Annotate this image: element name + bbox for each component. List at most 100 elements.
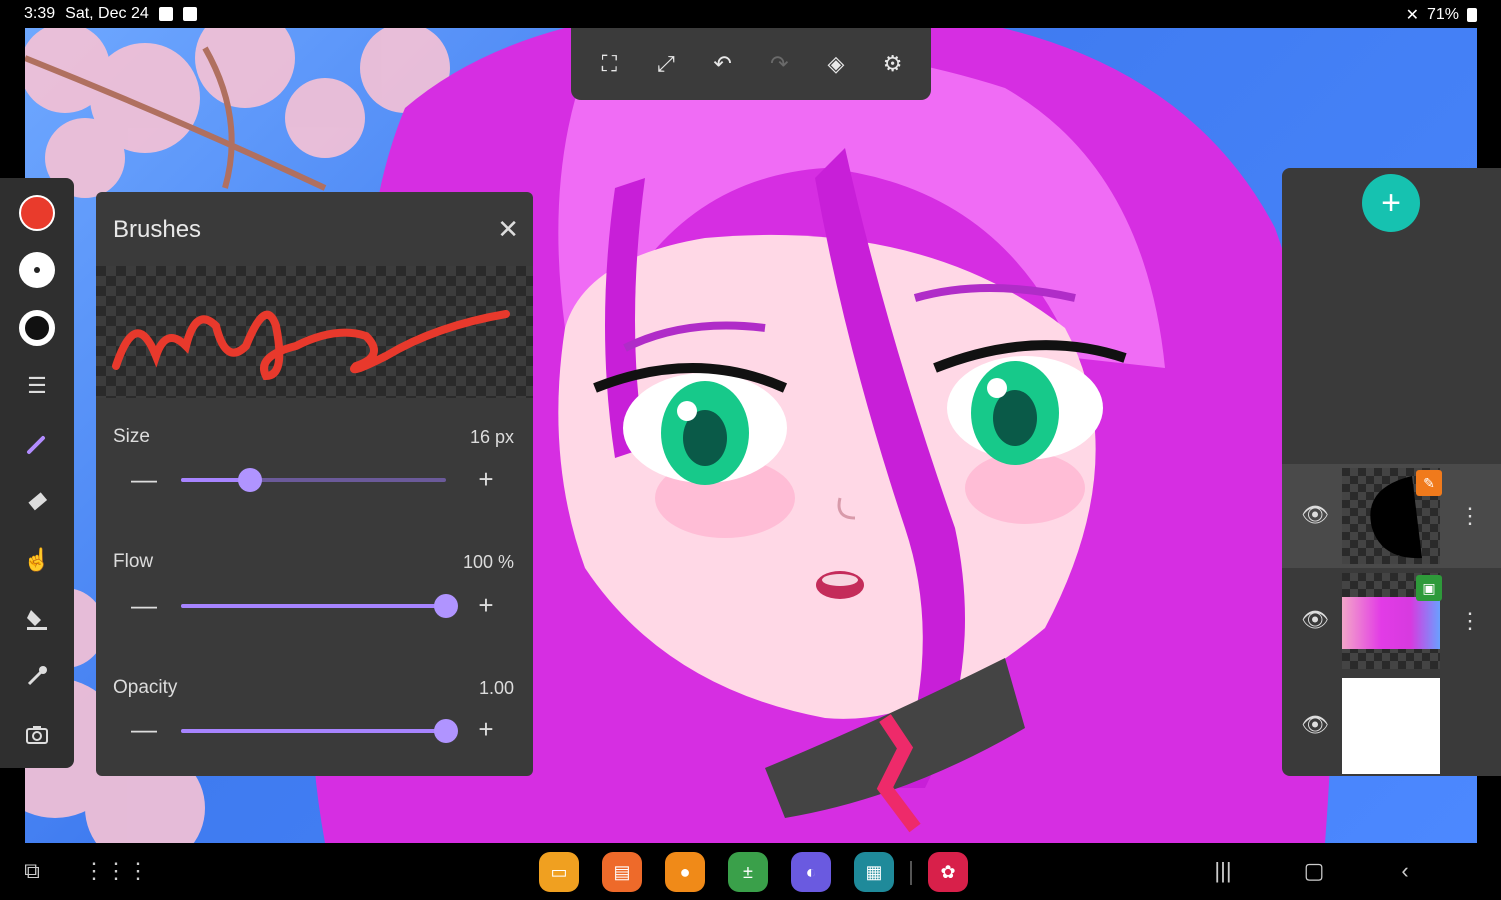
dock-app-contacts[interactable]: ● bbox=[665, 852, 705, 892]
fullscreen-button[interactable]: ⤢ bbox=[646, 44, 686, 84]
layers-icon: ◈ bbox=[827, 51, 845, 76]
flow-slider-thumb[interactable] bbox=[434, 594, 458, 618]
layer-thumbnail: ▣ bbox=[1342, 573, 1442, 669]
battery-icon bbox=[1467, 8, 1477, 22]
dock-app-calendar[interactable]: ▦ bbox=[854, 852, 894, 892]
opacity-slider-fill bbox=[181, 729, 446, 733]
screen-capture-icon: ⧉ bbox=[24, 858, 40, 883]
fit-screen-button[interactable]: ⛶ bbox=[589, 44, 629, 84]
recents-button[interactable]: ||| bbox=[1205, 853, 1241, 889]
layer-menu-button[interactable]: ⋮ bbox=[1459, 603, 1481, 639]
status-date: Sat, Dec 24 bbox=[65, 5, 149, 22]
layer-item-image[interactable]: 👁 ▣ ⋮ bbox=[1282, 569, 1501, 673]
status-bar: 3:39 Sat, Dec 24 ✕ 71% bbox=[0, 0, 1501, 28]
adjustments-button[interactable]: ☰ bbox=[17, 366, 57, 406]
minus-icon: — bbox=[131, 464, 157, 494]
undo-button[interactable]: ↶ bbox=[703, 44, 743, 84]
layers-panel: + 👁 ✎ ⋮ 👁 ▣ ⋮ 👁 bbox=[1282, 168, 1501, 776]
camera-button[interactable] bbox=[17, 714, 57, 754]
fit-screen-icon: ⛶ bbox=[601, 51, 618, 76]
opacity-increase-button[interactable]: + bbox=[471, 714, 501, 745]
eyedropper-icon bbox=[27, 666, 47, 686]
opacity-label: Opacity bbox=[113, 677, 178, 698]
brushes-panel: Brushes ✕ Size 16 px — + Flow 100 % — + … bbox=[96, 192, 533, 776]
layers-button[interactable]: ◈ bbox=[816, 44, 856, 84]
size-label: Size bbox=[113, 426, 150, 447]
calculator-icon: ± bbox=[743, 861, 753, 882]
size-slider-thumb[interactable] bbox=[237, 468, 262, 492]
more-vert-icon: ⋮ bbox=[1459, 608, 1481, 633]
dock-app-internet[interactable]: ◐ bbox=[791, 852, 831, 892]
layer-item-background[interactable]: 👁 bbox=[1282, 674, 1501, 778]
settings-button[interactable]: ⚙ bbox=[873, 44, 913, 84]
panel-title: Brushes bbox=[113, 216, 202, 243]
layer-thumbnail: ✎ bbox=[1342, 468, 1442, 564]
eye-icon: 👁 bbox=[1301, 607, 1329, 632]
dock-app-gallery[interactable]: ✿ bbox=[928, 852, 968, 892]
color-picker-button[interactable] bbox=[17, 193, 57, 233]
brush-tool-button[interactable] bbox=[17, 424, 57, 464]
eyedropper-tool-button[interactable] bbox=[17, 656, 57, 696]
close-icon: ✕ bbox=[497, 214, 519, 244]
home-button[interactable]: ▢ bbox=[1296, 853, 1332, 889]
dock-divider bbox=[910, 861, 912, 885]
smudge-icon: ☝ bbox=[23, 547, 51, 572]
more-vert-icon: ⋮ bbox=[1459, 503, 1481, 528]
redo-button[interactable]: ↷ bbox=[759, 44, 799, 84]
camera-icon bbox=[26, 726, 48, 744]
flow-value: 100 % bbox=[462, 552, 514, 572]
fill-tool-button[interactable] bbox=[17, 598, 57, 638]
folder-icon: ▭ bbox=[550, 861, 568, 882]
globe-icon: ◐ bbox=[805, 861, 817, 882]
recents-icon: ||| bbox=[1214, 858, 1232, 883]
dock-app-calculator[interactable]: ± bbox=[728, 852, 768, 892]
brush-size-button[interactable] bbox=[17, 250, 57, 290]
app-drawer-button[interactable]: ⋮⋮⋮ bbox=[83, 853, 149, 889]
person-icon: ● bbox=[679, 861, 691, 882]
smudge-tool-button[interactable]: ☝ bbox=[17, 540, 57, 580]
layer-thumbnail bbox=[1342, 678, 1440, 774]
brush-shape-icon bbox=[19, 310, 55, 346]
stroke-preview-graphic bbox=[112, 310, 510, 381]
visibility-toggle[interactable]: 👁 bbox=[1300, 710, 1330, 740]
size-decrease-button[interactable]: — bbox=[129, 464, 159, 495]
top-toolbar: ⛶ ⤢ ↶ ↷ ◈ ⚙ bbox=[571, 28, 931, 100]
gear-icon: ⚙ bbox=[882, 51, 903, 76]
layer-menu-button[interactable]: ⋮ bbox=[1459, 498, 1481, 534]
current-color-swatch bbox=[19, 195, 55, 231]
size-slider[interactable] bbox=[181, 468, 446, 492]
plus-icon: + bbox=[478, 590, 494, 620]
eraser-tool-button[interactable] bbox=[17, 482, 57, 522]
notification-icon bbox=[158, 7, 173, 21]
layer-item-paint[interactable]: 👁 ✎ ⋮ bbox=[1282, 464, 1501, 568]
paint-bucket-icon bbox=[27, 610, 47, 630]
flow-slider[interactable] bbox=[181, 594, 458, 618]
brush-shape-button[interactable] bbox=[17, 308, 57, 348]
eye-icon: 👁 bbox=[1301, 502, 1329, 527]
dock-app-notes[interactable]: ▤ bbox=[602, 852, 642, 892]
back-icon: ‹ bbox=[1401, 858, 1409, 883]
close-button[interactable]: ✕ bbox=[497, 214, 519, 245]
eraser-icon bbox=[28, 492, 48, 511]
opacity-decrease-button[interactable]: — bbox=[129, 714, 159, 745]
dock-app-my-files[interactable]: ▭ bbox=[539, 852, 579, 892]
visibility-toggle[interactable]: 👁 bbox=[1300, 500, 1330, 530]
screenshot-button[interactable]: ⧉ bbox=[14, 853, 50, 889]
undo-icon: ↶ bbox=[713, 51, 732, 76]
visibility-toggle[interactable]: 👁 bbox=[1300, 605, 1330, 635]
brush-stroke-preview bbox=[96, 266, 533, 398]
minus-icon: — bbox=[131, 714, 157, 744]
flow-decrease-button[interactable]: — bbox=[129, 590, 159, 621]
flow-increase-button[interactable]: + bbox=[471, 590, 501, 621]
flower-icon: ✿ bbox=[940, 861, 956, 882]
flow-slider-fill bbox=[181, 604, 446, 608]
status-time: 3:39 bbox=[24, 5, 56, 22]
mute-icon: ✕ bbox=[1405, 7, 1419, 24]
redo-icon: ↷ bbox=[770, 51, 789, 76]
size-increase-button[interactable]: + bbox=[471, 464, 501, 495]
add-layer-button[interactable]: + bbox=[1362, 174, 1420, 232]
back-button[interactable]: ‹ bbox=[1387, 853, 1423, 889]
calendar-icon: ▦ bbox=[865, 861, 883, 882]
opacity-slider-thumb[interactable] bbox=[434, 719, 458, 743]
opacity-slider[interactable] bbox=[181, 719, 458, 743]
